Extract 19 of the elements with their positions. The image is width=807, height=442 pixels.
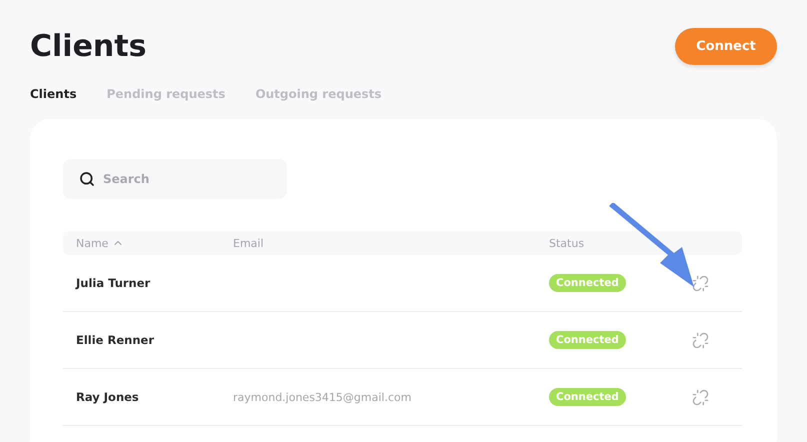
- status-badge: Connected: [549, 274, 626, 292]
- status-badge: Connected: [549, 331, 626, 349]
- search-field[interactable]: Search: [63, 159, 287, 199]
- column-header[interactable]: Email: [233, 236, 549, 250]
- broken-link-icon: [692, 274, 709, 292]
- broken-link-icon: [692, 332, 709, 348]
- client-email: raymond.jones3415@gmail.com: [233, 390, 412, 404]
- column-header[interactable]: Name: [76, 236, 233, 250]
- column-header[interactable]: Status: [549, 236, 742, 250]
- connect-button[interactable]: Connect: [675, 28, 777, 65]
- broken-link-icon: [692, 388, 709, 406]
- client-name: Ray Jones: [76, 390, 140, 404]
- status-badge: Connected: [549, 388, 626, 406]
- tab[interactable]: Clients: [30, 87, 77, 101]
- page-title: Clients: [30, 29, 146, 64]
- client-name: Julia Turner: [76, 276, 152, 290]
- tab[interactable]: Pending requests: [106, 87, 226, 101]
- client-name: Ellie Renner: [76, 333, 155, 347]
- tab[interactable]: Outgoing requests: [255, 87, 382, 101]
